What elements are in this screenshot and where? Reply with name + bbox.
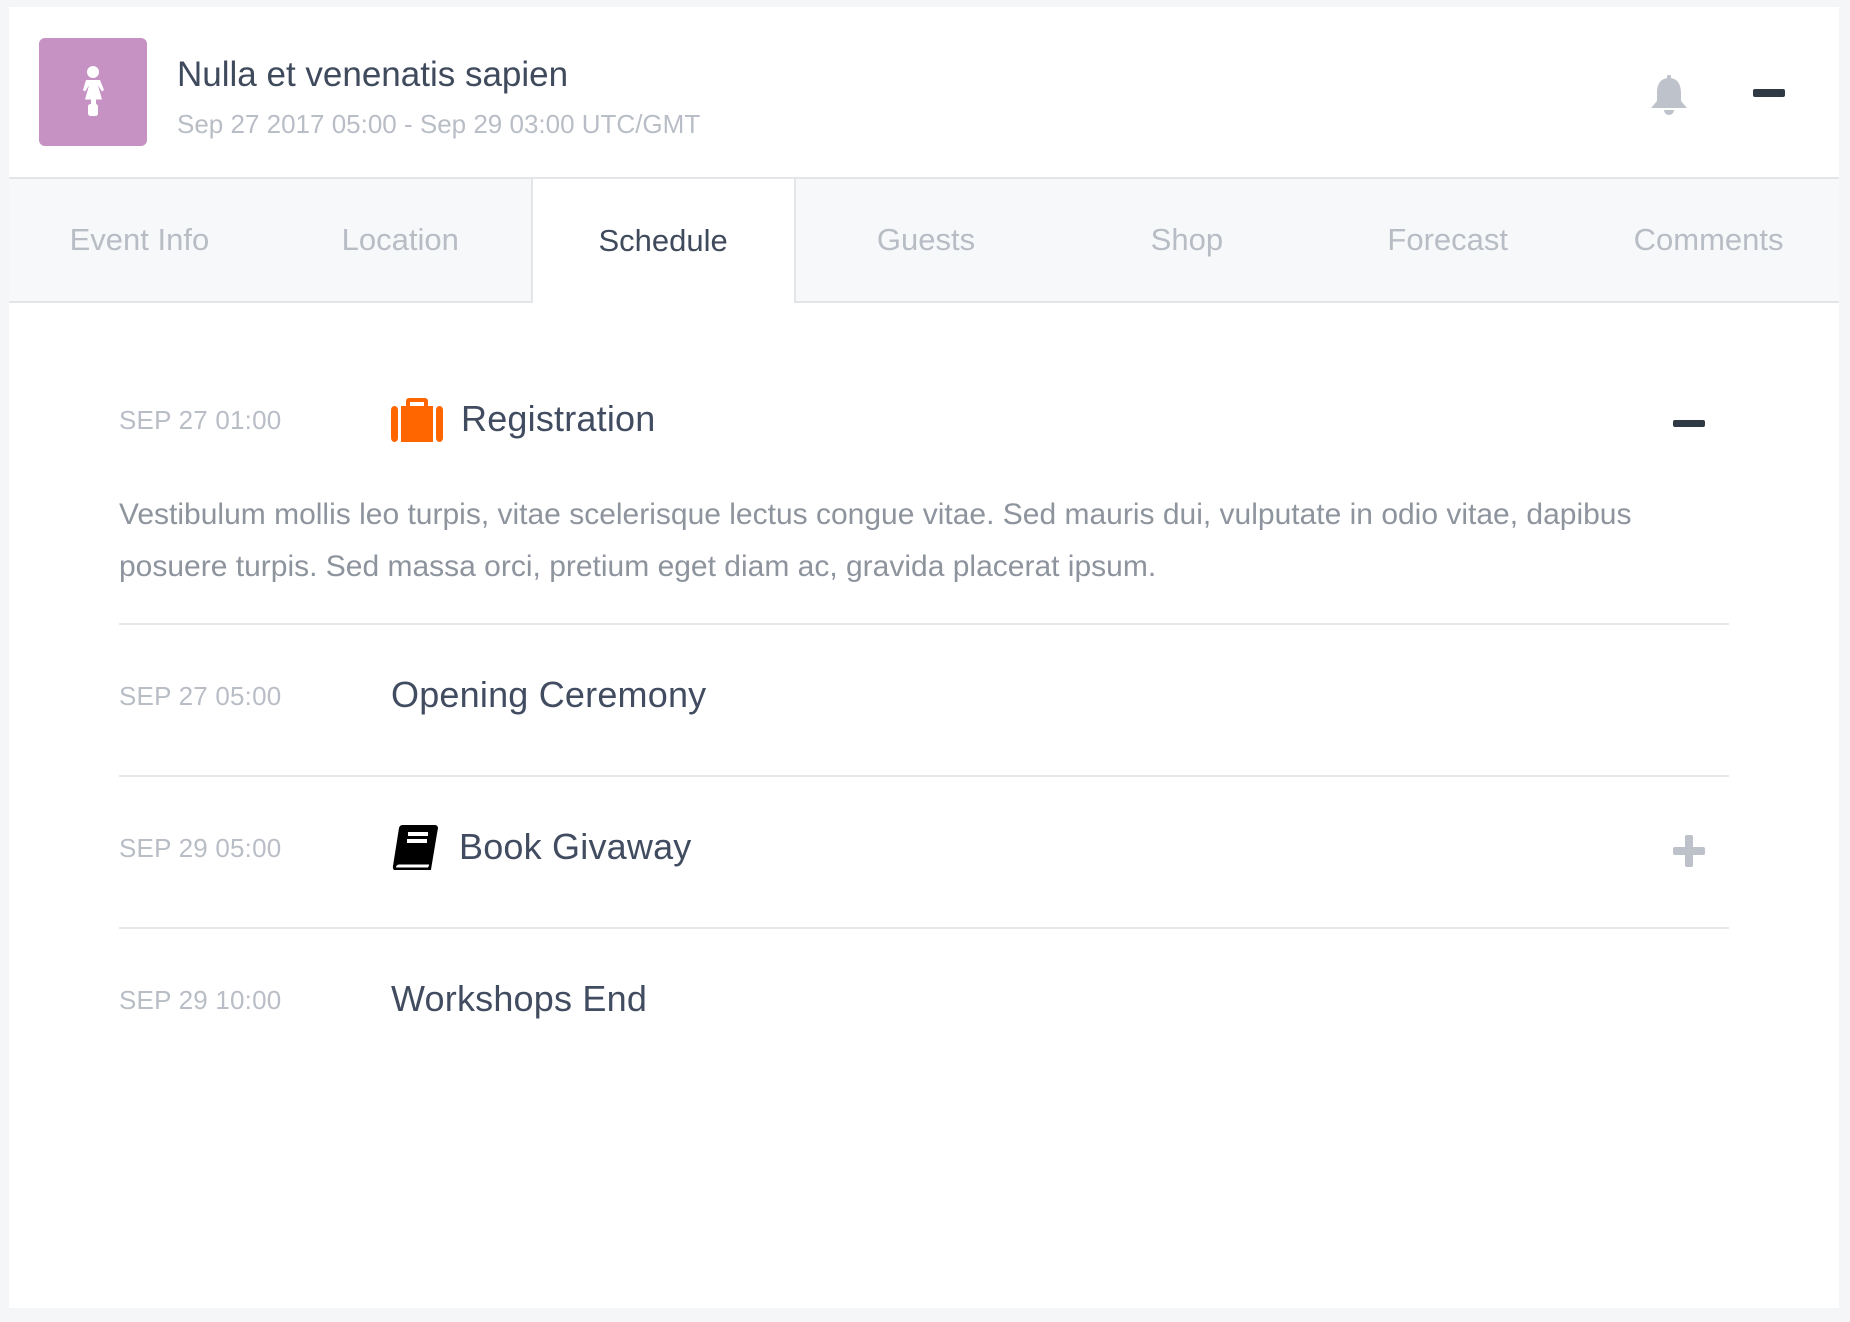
book-icon	[392, 824, 438, 870]
bell-icon[interactable]	[1649, 75, 1689, 117]
event-header: Nulla et venenatis sapien Sep 27 2017 05…	[9, 7, 1839, 179]
event-card: Nulla et venenatis sapien Sep 27 2017 05…	[9, 7, 1839, 1308]
tab-forecast[interactable]: Forecast	[1317, 179, 1578, 301]
tab-schedule[interactable]: Schedule	[530, 179, 796, 303]
schedule-item: SEP 29 05:00 Book Givaway	[119, 777, 1729, 929]
tab-bar: Event Info Location Schedule Guests Shop…	[9, 179, 1839, 303]
schedule-title: Workshops End	[391, 978, 648, 1019]
schedule-item: SEP 29 10:00 Workshops End	[119, 929, 1729, 1079]
schedule-title: Registration	[461, 398, 656, 439]
schedule-item-header[interactable]: SEP 27 05:00 Opening Ceremony	[119, 625, 1729, 775]
schedule-title: Book Givaway	[459, 826, 692, 867]
tab-guests[interactable]: Guests	[796, 179, 1057, 301]
schedule-item-header[interactable]: SEP 29 10:00 Workshops End	[119, 929, 1729, 1079]
schedule-item: SEP 27 05:00 Opening Ceremony	[119, 625, 1729, 777]
expand-item-button[interactable]	[1673, 835, 1705, 867]
female-icon	[83, 66, 104, 116]
schedule-time: SEP 29 05:00	[119, 833, 282, 863]
schedule-item-header[interactable]: SEP 27 01:00 Registration	[119, 349, 1729, 491]
schedule-time: SEP 27 01:00	[119, 405, 282, 435]
tab-shop[interactable]: Shop	[1056, 179, 1317, 301]
schedule-item-header[interactable]: SEP 29 05:00 Book Givaway	[119, 777, 1729, 927]
event-date-range: Sep 27 2017 05:00 - Sep 29 03:00 UTC/GMT	[177, 109, 701, 139]
collapse-button[interactable]	[1753, 89, 1785, 97]
schedule-time: SEP 27 05:00	[119, 681, 282, 711]
briefcase-icon	[391, 398, 443, 442]
tab-comments[interactable]: Comments	[1578, 179, 1839, 301]
event-avatar	[39, 38, 147, 146]
schedule-description: Vestibulum mollis leo turpis, vitae scel…	[119, 498, 1632, 583]
schedule-item: SEP 27 01:00 Registration Vestibulum mol…	[119, 349, 1729, 625]
schedule-time: SEP 29 10:00	[119, 985, 282, 1015]
collapse-item-button[interactable]	[1673, 407, 1705, 439]
schedule-title: Opening Ceremony	[391, 674, 707, 715]
tab-event-info[interactable]: Event Info	[9, 179, 270, 301]
tab-location[interactable]: Location	[270, 179, 531, 301]
event-title: Nulla et venenatis sapien	[177, 55, 569, 94]
schedule-list: SEP 27 01:00 Registration Vestibulum mol…	[119, 398, 1729, 1079]
